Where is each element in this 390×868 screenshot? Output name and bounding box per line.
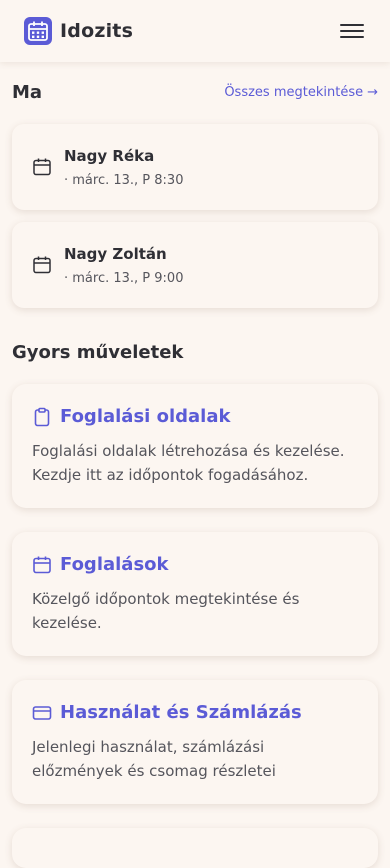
card-title: Foglalási oldalak bbox=[60, 406, 231, 427]
see-all-link[interactable]: Összes megtekintése → bbox=[224, 85, 378, 100]
appointment-time: · márc. 13., P 8:30 bbox=[64, 172, 184, 188]
appointment-name: Nagy Zoltán bbox=[64, 244, 167, 263]
appointment-card[interactable]: Nagy Réka · márc. 13., P 8:30 bbox=[12, 124, 378, 210]
quick-action-card-partial[interactable] bbox=[12, 828, 378, 868]
top-bar: Idozits bbox=[0, 0, 390, 62]
card-description: Foglalási oldalak létrehozása és kezelés… bbox=[32, 442, 345, 484]
see-all-label: Összes megtekintése bbox=[224, 85, 364, 100]
arrow-right-icon: → bbox=[367, 85, 378, 100]
appointment-info: Nagy Zoltán · márc. 13., P 9:00 bbox=[64, 245, 183, 286]
menu-line bbox=[340, 24, 364, 26]
calendar-icon bbox=[33, 256, 51, 274]
credit-card-icon bbox=[32, 705, 52, 720]
quick-actions-header: Gyors műveletek bbox=[12, 342, 378, 363]
today-title: Ma bbox=[12, 82, 43, 103]
today-section-header: Ma Összes megtekintése → bbox=[12, 82, 378, 103]
card-title: Foglalások bbox=[60, 554, 169, 575]
calendar-icon bbox=[33, 556, 51, 573]
menu-line bbox=[340, 36, 364, 38]
quick-actions-title: Gyors műveletek bbox=[12, 342, 184, 363]
quick-action-bookings[interactable]: Foglalások Közelgő időpontok megtekintés… bbox=[12, 532, 378, 656]
app-title[interactable]: Idozits bbox=[60, 20, 133, 42]
card-title: Használat és Számlázás bbox=[60, 702, 302, 723]
clipboard-icon bbox=[34, 407, 50, 426]
hamburger-menu-icon[interactable] bbox=[340, 22, 366, 40]
appointment-card[interactable]: Nagy Zoltán · márc. 13., P 9:00 bbox=[12, 222, 378, 308]
card-header: Foglalások bbox=[32, 554, 358, 575]
card-description: Jelenlegi használat, számlázási előzmény… bbox=[32, 738, 276, 780]
calendar-icon bbox=[33, 158, 51, 176]
card-header: Foglalási oldalak bbox=[32, 406, 358, 427]
quick-action-booking-pages[interactable]: Foglalási oldalak Foglalási oldalak létr… bbox=[12, 384, 378, 508]
card-description: Közelgő időpontok megtekintése és kezelé… bbox=[32, 590, 300, 632]
appointment-time: · márc. 13., P 9:00 bbox=[64, 270, 184, 286]
card-header: Használat és Számlázás bbox=[32, 702, 358, 723]
appointment-name: Nagy Réka bbox=[64, 146, 155, 165]
appointment-info: Nagy Réka · márc. 13., P 8:30 bbox=[64, 147, 183, 188]
app-logo-icon[interactable] bbox=[24, 17, 52, 45]
menu-line bbox=[340, 30, 364, 32]
quick-action-usage-billing[interactable]: Használat és Számlázás Jelenlegi használ… bbox=[12, 680, 378, 804]
